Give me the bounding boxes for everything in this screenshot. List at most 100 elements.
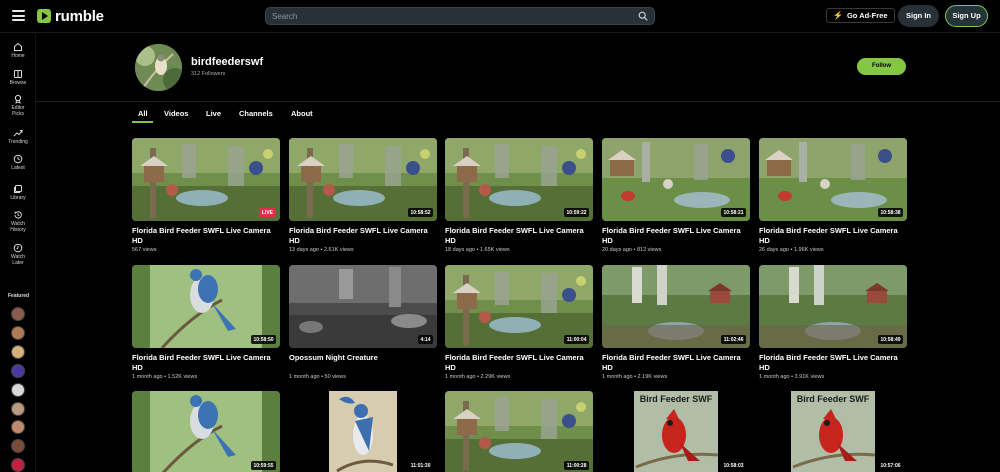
duration-badge: 11:00:28 (564, 461, 589, 470)
sign-in-button[interactable]: Sign In (898, 5, 939, 27)
active-tab-indicator (132, 121, 153, 123)
logo-text: rumble (55, 7, 104, 25)
thumbnail-image-icon (132, 391, 280, 472)
video-meta: 13 days ago • 2.61K views (289, 247, 354, 253)
tab-live[interactable]: Live (206, 109, 221, 118)
go-ad-free-button[interactable]: ⚡ Go Ad-Free (826, 8, 895, 23)
channel-followers: 312 Followers (191, 71, 226, 77)
sidebar-item-library[interactable]: Library (0, 184, 36, 202)
duration-badge: 11:00:04 (564, 335, 589, 344)
tab-about[interactable]: About (291, 109, 313, 118)
sidebar-item-label: Library (10, 195, 26, 201)
featured-channel-avatar[interactable] (11, 420, 25, 434)
home-icon (14, 42, 22, 51)
video-title[interactable]: Florida Bird Feeder SWFL Live Camera HD (602, 353, 750, 372)
video-thumbnail[interactable]: LIVE (132, 138, 280, 221)
video-thumbnail[interactable]: 11:01:30 (289, 391, 437, 472)
duration-badge: 11:02:46 (721, 335, 746, 344)
featured-channel-avatar[interactable] (11, 345, 25, 359)
tab-all[interactable]: All (138, 109, 148, 118)
menu-icon[interactable] (12, 10, 25, 21)
featured-heading: Featured (8, 293, 30, 299)
sign-up-button[interactable]: Sign Up (945, 5, 988, 27)
sidebar-item-editor-picks[interactable]: Editor Picks (0, 94, 36, 117)
watch-later-icon (13, 243, 23, 253)
video-meta: 1 month ago • 3.91K views (759, 374, 825, 380)
library-icon (14, 185, 22, 193)
video-title[interactable]: Florida Bird Feeder SWFL Live Camera HD (759, 353, 907, 372)
search-input[interactable] (272, 9, 632, 23)
follow-button[interactable]: Follow (857, 58, 906, 75)
video-thumbnail[interactable]: 11:00:04 (445, 265, 593, 348)
thumbnail-image-icon (289, 391, 437, 472)
sidebar-item-trending[interactable]: Trending (0, 128, 36, 146)
featured-channel-avatar[interactable] (11, 383, 25, 397)
video-thumbnail[interactable]: 11:02:46 (602, 265, 750, 348)
sidebar-item-home[interactable]: Home (0, 42, 36, 60)
browse-icon (14, 70, 22, 78)
featured-channel-avatar[interactable] (11, 364, 25, 378)
video-thumbnail[interactable]: 10:58:50 (132, 265, 280, 348)
video-thumbnail[interactable]: 10:59:22 (445, 138, 593, 221)
video-meta: 26 days ago • 1.96K views (759, 247, 824, 253)
sidebar-item-label: Latest (11, 165, 25, 171)
video-thumbnail[interactable]: Bird Feeder SWF 10:58:03 (602, 391, 750, 472)
video-title[interactable]: Florida Bird Feeder SWFL Live Camera HD (759, 226, 907, 245)
history-icon (14, 211, 22, 219)
sidebar-item-label: Browse (9, 80, 27, 86)
video-thumbnail[interactable]: 10:58:52 (289, 138, 437, 221)
video-title[interactable]: Florida Bird Feeder SWFL Live Camera HD (289, 226, 437, 245)
video-title[interactable]: Florida Bird Feeder SWFL Live Camera HD (602, 226, 750, 245)
duration-badge: 4:14 (417, 335, 433, 344)
video-title[interactable]: Florida Bird Feeder SWFL Live Camera HD (132, 353, 280, 372)
video-thumbnail[interactable]: 11:00:28 (445, 391, 593, 472)
featured-channel-avatar[interactable] (11, 326, 25, 340)
video-thumbnail[interactable]: 10:58:21 (602, 138, 750, 221)
video-meta: 20 days ago • 812 views (602, 247, 662, 253)
duration-badge: 10:59:22 (563, 208, 589, 217)
video-title[interactable]: Florida Bird Feeder SWFL Live Camera HD (445, 226, 593, 245)
channel-avatar[interactable] (135, 44, 182, 91)
search-bar (265, 7, 655, 25)
go-ad-free-label: Go Ad-Free (846, 11, 888, 20)
featured-channel-avatar[interactable] (11, 458, 25, 472)
video-title[interactable]: Florida Bird Feeder SWFL Live Camera HD (445, 353, 593, 372)
sidebar-item-watch-later[interactable]: Watch Later (0, 243, 36, 266)
sidebar-item-latest[interactable]: Latest (0, 154, 36, 172)
video-title[interactable]: Opossum Night Creature (289, 353, 437, 363)
video-thumbnail[interactable]: 4:14 (289, 265, 437, 348)
duration-badge: 10:58:52 (407, 208, 433, 217)
thumbnail-overlay-text: Bird Feeder SWF (796, 394, 870, 404)
tab-channels[interactable]: Channels (239, 109, 273, 118)
rumble-logo[interactable]: rumble (37, 7, 104, 25)
duration-badge: 10:58:49 (877, 335, 903, 344)
video-thumbnail[interactable]: 10:59:55 (132, 391, 280, 472)
channel-name: birdfeederswf (191, 56, 264, 68)
trending-icon (13, 130, 23, 137)
search-icon[interactable] (638, 11, 648, 21)
sidebar-item-watch-history[interactable]: Watch History (0, 210, 36, 233)
tab-videos[interactable]: Videos (164, 109, 188, 118)
thumbnail-overlay-text: Bird Feeder SWF (639, 394, 713, 404)
featured-channel-avatar[interactable] (11, 439, 25, 453)
rumble-logo-icon (37, 9, 51, 23)
clock-icon (13, 154, 23, 164)
sidebar-item-label: Home (11, 53, 25, 59)
video-thumbnail[interactable]: Bird Feeder SWF 10:57:06 (759, 391, 907, 472)
thumbnail-image-icon (289, 265, 437, 348)
duration-badge: 10:58:21 (720, 208, 746, 217)
video-meta: 1 month ago • 2.19K views (602, 374, 668, 380)
video-thumbnail[interactable]: 10:58:49 (759, 265, 907, 348)
live-badge: LIVE (258, 208, 276, 217)
featured-channel-avatar[interactable] (11, 307, 25, 321)
duration-badge: 10:58:50 (250, 335, 276, 344)
sidebar: Home Browse Editor Picks Trending Latest… (0, 34, 36, 472)
video-meta: 1 month ago • 2.29K views (445, 374, 511, 380)
duration-badge: 10:59:55 (250, 461, 276, 470)
featured-channel-avatar[interactable] (11, 402, 25, 416)
sidebar-item-browse[interactable]: Browse (0, 69, 36, 87)
sidebar-item-label: Trending (8, 139, 28, 145)
video-thumbnail[interactable]: 10:58:38 (759, 138, 907, 221)
video-title[interactable]: Florida Bird Feeder SWFL Live Camera HD (132, 226, 280, 245)
duration-badge: 10:57:06 (877, 461, 903, 470)
